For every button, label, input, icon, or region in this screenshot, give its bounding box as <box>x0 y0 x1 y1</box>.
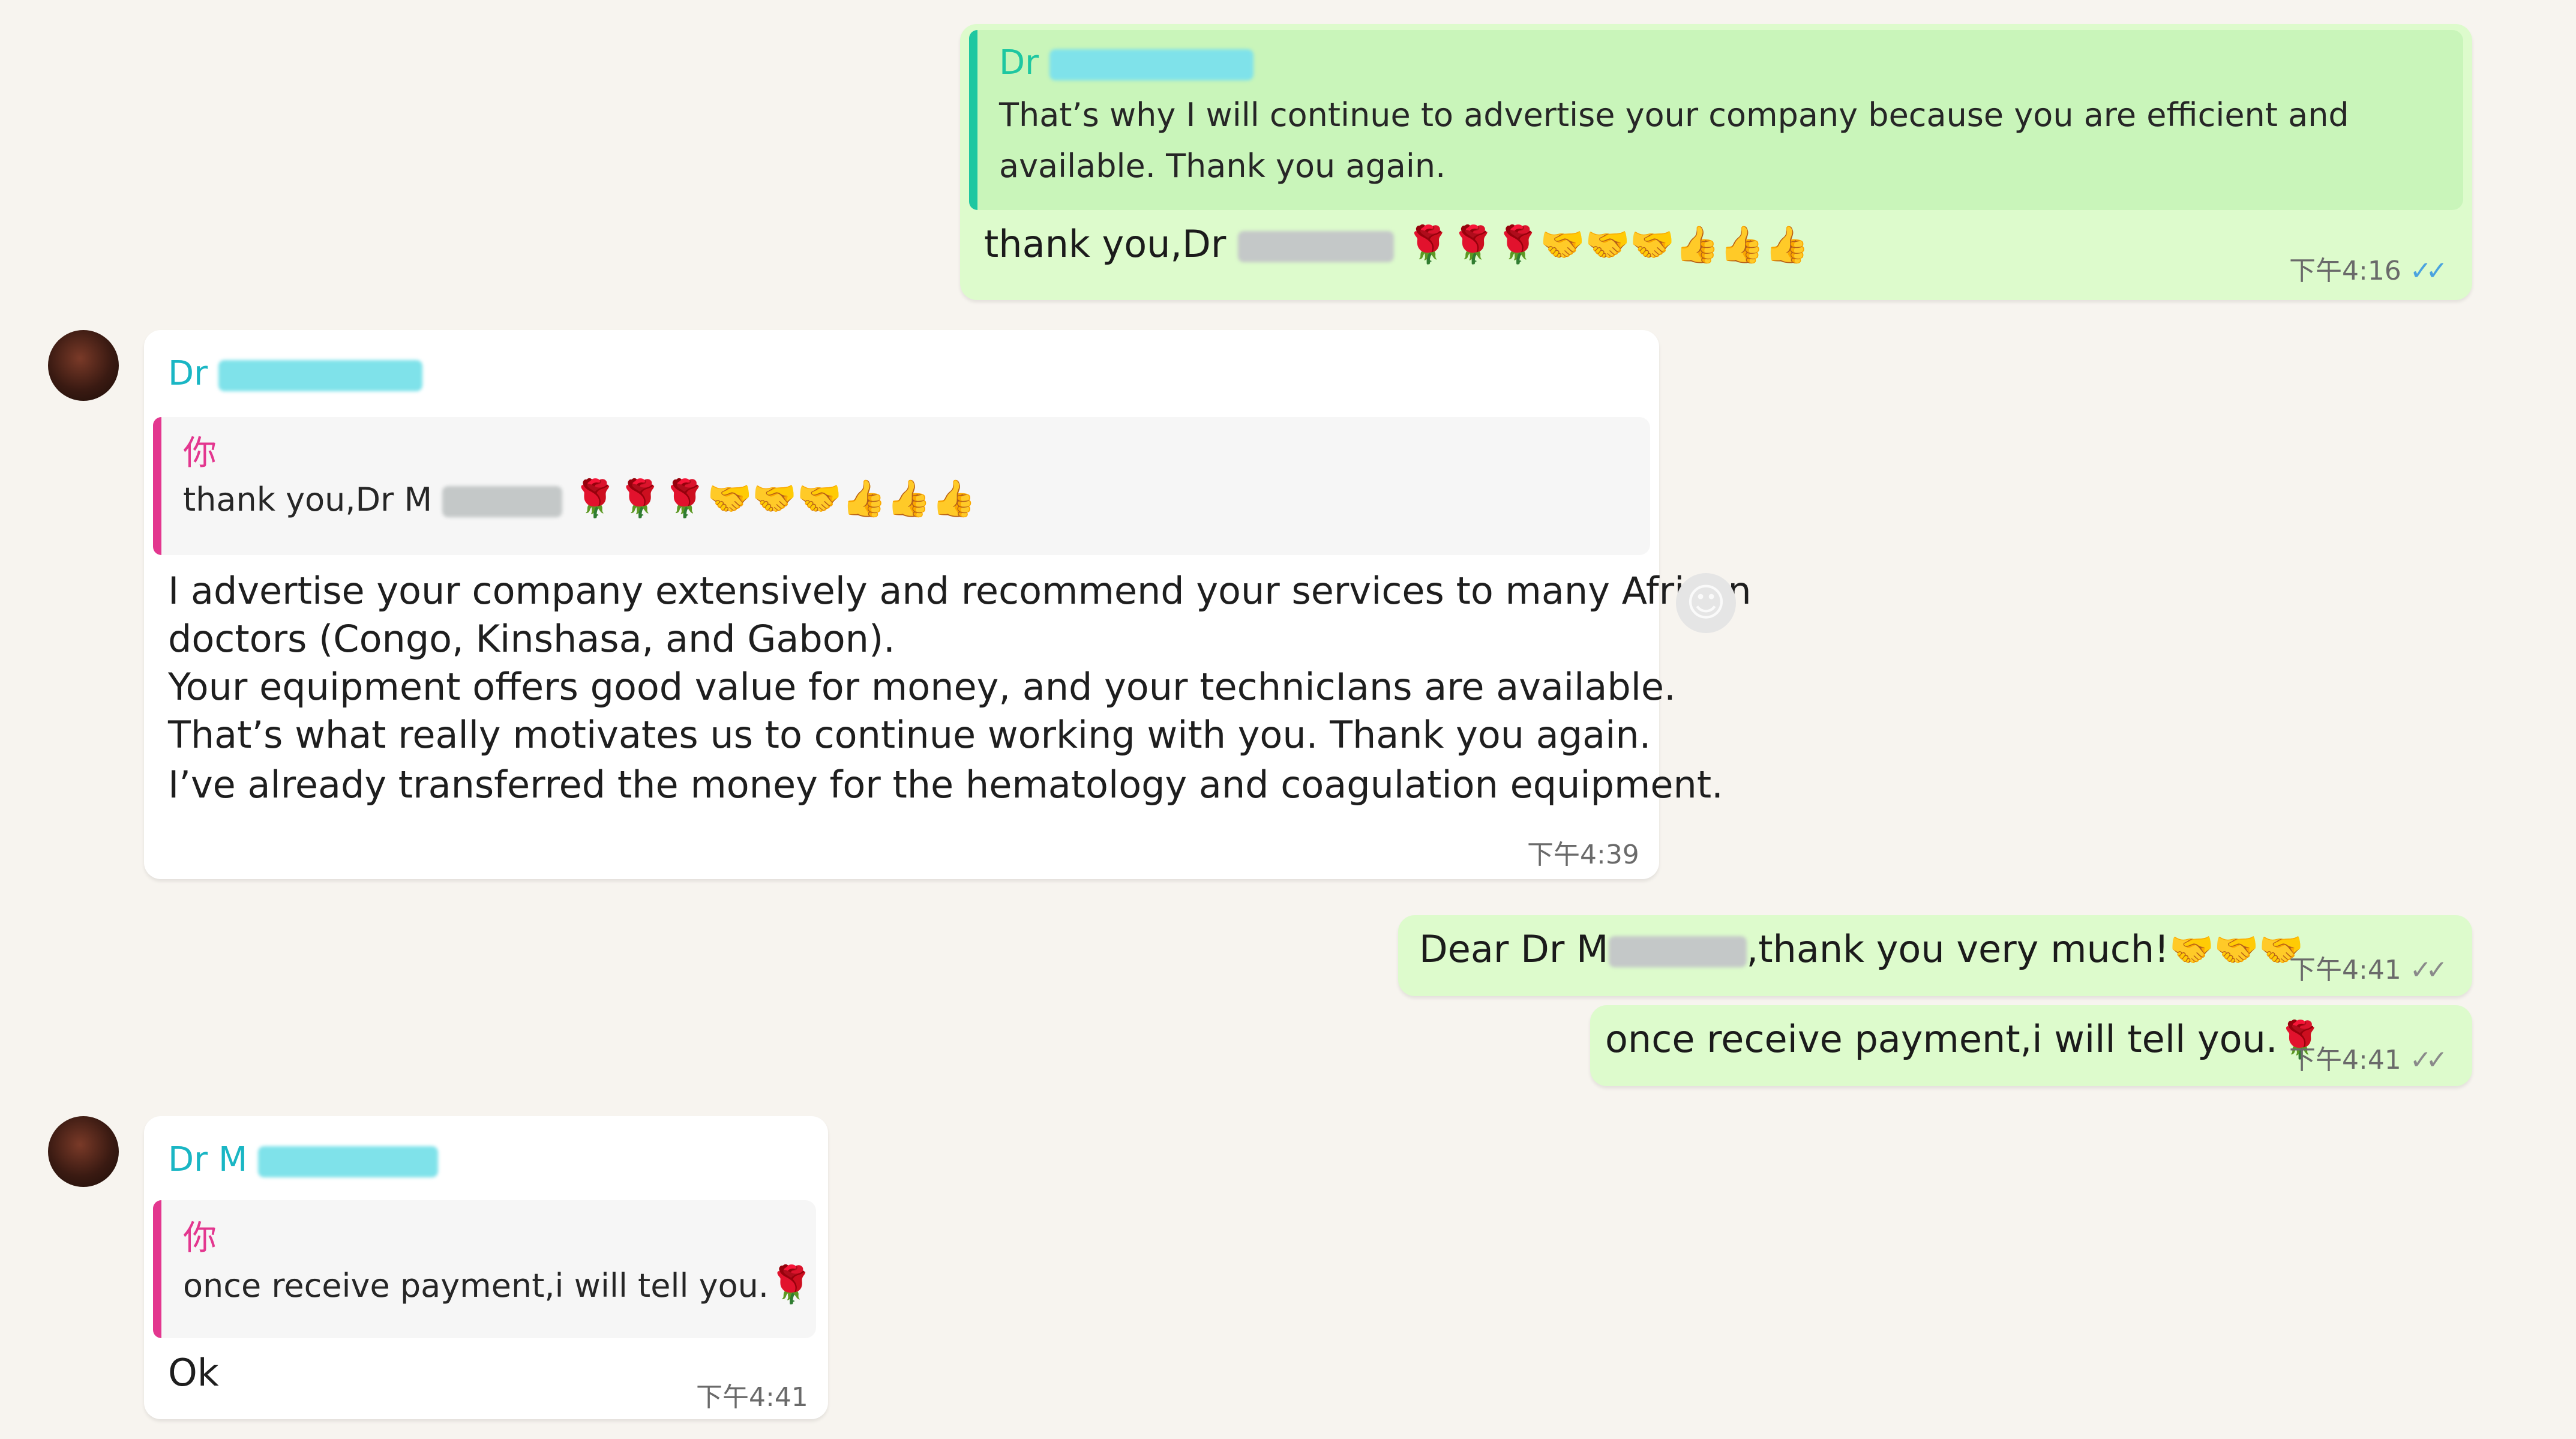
rose-emoji: 🌹 <box>769 1264 814 1306</box>
message-timestamp: 下午4:39 <box>1527 840 1639 870</box>
redacted-name <box>1049 49 1253 80</box>
contact-avatar[interactable] <box>48 1116 119 1187</box>
message-text: once receive payment,i will tell you.🌹 <box>1605 1017 2323 1061</box>
message-text: thank you,Dr 🌹🌹🌹🤝🤝🤝👍👍👍 <box>984 222 1810 266</box>
double-check-icon: ✓✓ <box>2409 955 2448 985</box>
sender-name: Dr M <box>168 1140 439 1179</box>
quoted-message[interactable]: Dr That’s why I will continue to adverti… <box>969 30 2463 210</box>
message-timestamp: 下午4:16 ✓✓ <box>2289 256 2448 286</box>
emoji-sequence: 🤝🤝🤝 <box>2169 929 2304 971</box>
double-check-icon: ✓✓ <box>2409 1045 2448 1075</box>
redacted-name <box>442 486 563 518</box>
message-text: Dear Dr M ,thank you very much!🤝🤝🤝 <box>1419 927 2304 971</box>
message-text-line: doctors (Congo, Kinshasa, and Gabon). <box>168 617 895 661</box>
message-timestamp: 下午4:41 <box>696 1382 808 1413</box>
quoted-sender-name: 你 <box>183 1219 217 1258</box>
message-text-line: I advertise your company extensively and… <box>168 569 1752 613</box>
contact-avatar[interactable] <box>48 330 119 401</box>
quote-bar <box>153 1200 161 1338</box>
quoted-sender-name: 你 <box>183 434 217 473</box>
message-text-line: Your equipment offers good value for mon… <box>168 665 1676 709</box>
message-text-line: That’s what really motivates us to conti… <box>168 713 1651 757</box>
message-timestamp: 下午4:41 ✓✓ <box>2289 1045 2448 1075</box>
message-bubble-incoming[interactable]: Dr M 你 once receive payment,i will tell … <box>144 1116 828 1419</box>
quoted-message[interactable]: 你 thank you,Dr M 🌹🌹🌹🤝🤝🤝👍👍👍 <box>153 417 1650 555</box>
quote-bar <box>969 30 977 210</box>
emoji-sequence: 🌹🌹🌹🤝🤝🤝👍👍👍 <box>572 478 976 520</box>
message-text: Ok <box>168 1351 219 1395</box>
redacted-name <box>218 359 422 391</box>
sender-name: Dr <box>168 354 422 393</box>
double-check-icon: ✓✓ <box>2409 256 2448 286</box>
emoji-sequence: 🌹🌹🌹🤝🤝🤝👍👍👍 <box>1405 224 1810 266</box>
redacted-name <box>1238 230 1395 262</box>
redacted-name <box>1608 936 1747 967</box>
emoji-reaction-icon[interactable]: ☺ <box>1676 573 1736 633</box>
quoted-text: thank you,Dr M 🌹🌹🌹🤝🤝🤝👍👍👍 <box>183 478 976 520</box>
quoted-message[interactable]: 你 once receive payment,i will tell you.🌹 <box>153 1200 816 1338</box>
message-bubble-incoming[interactable]: Dr 你 thank you,Dr M 🌹🌹🌹🤝🤝🤝👍👍👍 I advertis… <box>144 330 1752 879</box>
quoted-text: once receive payment,i will tell you.🌹 <box>183 1264 814 1306</box>
redacted-name <box>258 1146 439 1177</box>
message-bubble-outgoing[interactable]: Dear Dr M ,thank you very much!🤝🤝🤝 下午4:41… <box>1398 915 2472 996</box>
quoted-text-line: That’s why I will continue to advertise … <box>999 96 2349 134</box>
quoted-text-line: available. Thank you again. <box>999 147 1446 185</box>
message-timestamp: 下午4:41 ✓✓ <box>2289 955 2448 985</box>
message-text-line: I’ve already transferred the money for t… <box>168 763 1723 807</box>
message-bubble-outgoing[interactable]: once receive payment,i will tell you.🌹 下… <box>1590 1005 2472 1086</box>
quote-bar <box>153 417 161 555</box>
message-bubble-outgoing[interactable]: Dr That’s why I will continue to adverti… <box>960 24 2472 300</box>
quoted-sender-name: Dr <box>999 43 1253 82</box>
